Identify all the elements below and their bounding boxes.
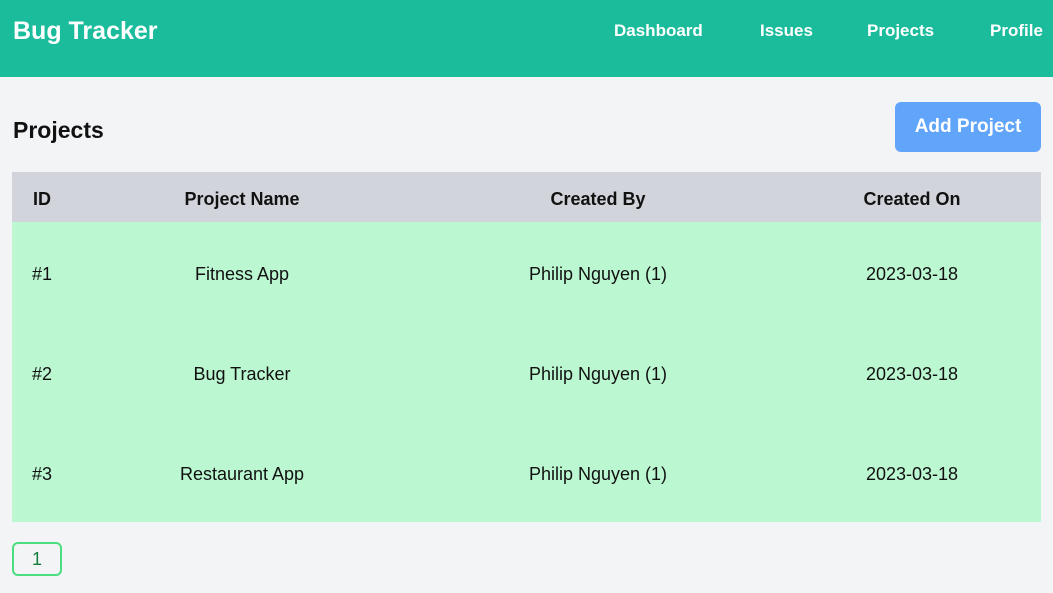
cell-id: #1 xyxy=(31,264,53,284)
column-header-id: ID xyxy=(33,189,51,209)
cell-created-by: Philip Nguyen (1) xyxy=(528,464,668,484)
cell-created-on: 2023-03-18 xyxy=(865,464,959,484)
brand-link[interactable]: Bug Tracker xyxy=(13,16,158,46)
cell-created-on: 2023-03-18 xyxy=(865,364,959,384)
column-header-created-on: Created On xyxy=(863,189,961,209)
cell-project-name: Fitness App xyxy=(194,264,290,284)
cell-id: #3 xyxy=(31,464,53,484)
pagination-page-button[interactable]: 1 xyxy=(12,542,62,576)
top-navbar: Bug Tracker Dashboard Issues Projects Pr… xyxy=(0,0,1053,77)
cell-project-name: Restaurant App xyxy=(179,464,305,484)
cell-created-by: Philip Nguyen (1) xyxy=(528,364,668,384)
table-row[interactable]: #1 Fitness App Philip Nguyen (1) 2023-03… xyxy=(12,222,1041,322)
cell-project-name: Bug Tracker xyxy=(193,364,291,384)
table-row[interactable]: #2 Bug Tracker Philip Nguyen (1) 2023-03… xyxy=(12,322,1041,422)
cell-created-on: 2023-03-18 xyxy=(865,264,959,284)
nav-issues-link[interactable]: Issues xyxy=(760,20,813,42)
nav-projects-link[interactable]: Projects xyxy=(867,20,934,42)
column-header-project-name: Project Name xyxy=(184,189,300,209)
nav-dashboard-link[interactable]: Dashboard xyxy=(614,20,703,42)
cell-id: #2 xyxy=(31,364,53,384)
nav-profile-link[interactable]: Profile xyxy=(990,20,1043,42)
cell-created-by: Philip Nguyen (1) xyxy=(528,264,668,284)
table-body: #1 Fitness App Philip Nguyen (1) 2023-03… xyxy=(12,222,1041,522)
column-header-created-by: Created By xyxy=(550,189,646,209)
table-header-row: ID Project Name Created By Created On xyxy=(12,172,1041,222)
page-title: Projects xyxy=(13,117,104,143)
projects-table: ID Project Name Created By Created On #1… xyxy=(12,172,1041,522)
add-project-button[interactable]: Add Project xyxy=(895,102,1041,152)
table-row[interactable]: #3 Restaurant App Philip Nguyen (1) 2023… xyxy=(12,422,1041,522)
